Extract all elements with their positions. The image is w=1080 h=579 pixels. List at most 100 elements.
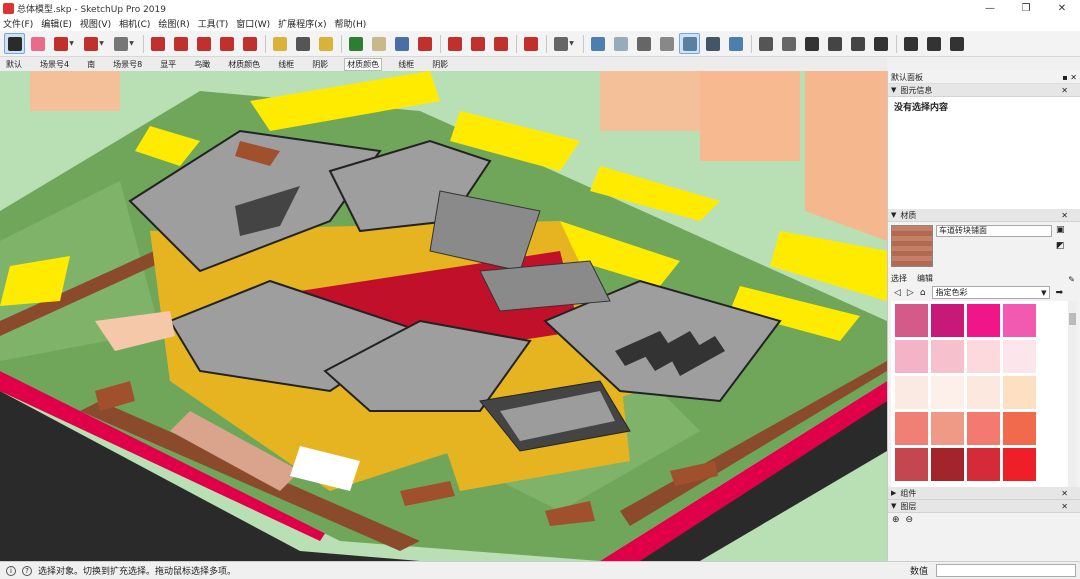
iso-view-icon[interactable] — [755, 33, 776, 54]
select-tool[interactable] — [4, 33, 25, 54]
color-swatch[interactable] — [895, 448, 928, 481]
follow-me-tool[interactable] — [170, 33, 191, 54]
color-swatch[interactable] — [1003, 304, 1036, 337]
menu-camera[interactable]: 相机(C) — [119, 17, 150, 30]
material-name-field[interactable]: 车道砖块铺面 — [936, 225, 1052, 237]
close-button[interactable]: ✕ — [1044, 3, 1080, 14]
color-swatch[interactable] — [931, 304, 964, 337]
zoom-tool[interactable] — [391, 33, 412, 54]
shape-tool[interactable]: ▼ — [110, 33, 138, 54]
plugin-icon-2[interactable] — [923, 33, 944, 54]
color-swatch[interactable] — [931, 412, 964, 445]
measurements-box[interactable] — [936, 564, 1076, 577]
menu-window[interactable]: 窗口(W) — [236, 17, 270, 30]
color-swatch[interactable] — [967, 448, 1000, 481]
plugin-icon-3[interactable] — [946, 33, 967, 54]
scene-tab-9[interactable]: 材质颜色 — [344, 57, 383, 71]
color-swatch[interactable] — [1003, 340, 1036, 373]
add-layer-icon[interactable]: ⊕ — [892, 515, 900, 525]
color-swatch[interactable] — [931, 376, 964, 409]
tab-edit[interactable]: 编辑 — [917, 273, 933, 284]
menu-help[interactable]: 帮助(H) — [335, 17, 367, 30]
rotate-tool[interactable] — [216, 33, 237, 54]
scene-tab-4[interactable]: 显平 — [158, 59, 178, 70]
menu-edit[interactable]: 编辑(E) — [41, 17, 72, 30]
current-material-swatch[interactable] — [891, 225, 933, 267]
color-swatch[interactable] — [931, 448, 964, 481]
color-swatch[interactable] — [967, 340, 1000, 373]
minimize-button[interactable]: — — [972, 3, 1008, 14]
color-swatch[interactable] — [1003, 376, 1036, 409]
xray-icon[interactable] — [587, 33, 608, 54]
push-pull-tool[interactable] — [147, 33, 168, 54]
panel-close-icon[interactable]: ✕ — [1061, 211, 1068, 220]
front-view-icon[interactable] — [801, 33, 822, 54]
eraser-tool[interactable] — [27, 33, 48, 54]
right-view-icon[interactable] — [824, 33, 845, 54]
details-arrow-icon[interactable]: ➡ — [1056, 288, 1064, 298]
3d-warehouse-icon[interactable] — [444, 33, 465, 54]
scene-tab-7[interactable]: 线框 — [276, 59, 296, 70]
menu-view[interactable]: 视图(V) — [80, 17, 111, 30]
swatch-scrollbar[interactable] — [1068, 301, 1077, 487]
info-icon[interactable]: i — [6, 565, 16, 576]
materials-header[interactable]: ▼ 材质 ✕ — [888, 209, 1080, 222]
color-swatch[interactable] — [895, 340, 928, 373]
entity-info-header[interactable]: ▼ 图元信息 ✕ — [888, 84, 1080, 97]
tape-measure-tool[interactable] — [269, 33, 290, 54]
back-view-icon[interactable] — [847, 33, 868, 54]
color-swatch[interactable] — [895, 304, 928, 337]
tray-controls[interactable]: ▪ ✕ — [1062, 73, 1077, 82]
scene-tab-11[interactable]: 阴影 — [430, 59, 450, 70]
monochrome-icon[interactable] — [725, 33, 746, 54]
color-swatch[interactable] — [1003, 448, 1036, 481]
delete-layer-icon[interactable]: ⊖ — [906, 515, 914, 525]
color-swatch[interactable] — [895, 412, 928, 445]
layout-icon[interactable] — [490, 33, 511, 54]
ruby-icon[interactable] — [520, 33, 541, 54]
tab-select[interactable]: 选择 — [891, 273, 907, 284]
arc-tool[interactable]: ▼ — [80, 33, 108, 54]
maximize-button[interactable]: ❐ — [1008, 3, 1044, 14]
panel-close-icon[interactable]: ✕ — [1061, 86, 1068, 95]
left-view-icon[interactable] — [870, 33, 891, 54]
shaded-texture-icon[interactable] — [702, 33, 723, 54]
model-viewport[interactable] — [0, 71, 887, 561]
paint-bucket-tool[interactable] — [315, 33, 336, 54]
sample-paint-icon[interactable]: ◩ — [1056, 241, 1065, 251]
scene-tab-10[interactable]: 线框 — [396, 59, 416, 70]
shaded-icon[interactable] — [679, 33, 700, 54]
scene-tab-3[interactable]: 场景号8 — [111, 59, 144, 70]
text-tool[interactable] — [292, 33, 313, 54]
color-swatch[interactable] — [895, 376, 928, 409]
home-icon[interactable]: ⌂ — [920, 288, 926, 298]
help-icon[interactable]: ? — [22, 565, 32, 576]
color-swatch[interactable] — [931, 340, 964, 373]
scene-tab-6[interactable]: 材质颜色 — [226, 59, 262, 70]
pencil-tool[interactable]: ▼ — [50, 33, 78, 54]
extension-warehouse-icon[interactable] — [467, 33, 488, 54]
scene-tab-2[interactable]: 南 — [85, 59, 97, 70]
color-swatch[interactable] — [967, 412, 1000, 445]
back-arrow-icon[interactable]: ◁ — [894, 288, 901, 298]
menu-tools[interactable]: 工具(T) — [198, 17, 229, 30]
hidden-line-icon[interactable] — [656, 33, 677, 54]
orbit-tool[interactable] — [345, 33, 366, 54]
top-view-icon[interactable] — [778, 33, 799, 54]
color-swatch[interactable] — [1003, 412, 1036, 445]
color-swatch[interactable] — [967, 304, 1000, 337]
account-icon[interactable]: ▼ — [550, 33, 578, 54]
scale-tool[interactable] — [239, 33, 260, 54]
scene-tab-8[interactable]: 阴影 — [310, 59, 330, 70]
scene-tab-0[interactable]: 默认 — [4, 59, 24, 70]
menu-draw[interactable]: 绘图(R) — [158, 17, 189, 30]
library-select[interactable]: 指定色彩 ▼ — [931, 286, 1050, 299]
eyedropper-icon[interactable]: ✎ — [1068, 275, 1075, 284]
menu-file[interactable]: 文件(F) — [3, 17, 33, 30]
forward-arrow-icon[interactable]: ▷ — [907, 288, 914, 298]
layers-header[interactable]: ▼ 图层 ✕ — [888, 500, 1080, 513]
color-swatch[interactable] — [967, 376, 1000, 409]
menu-extensions[interactable]: 扩展程序(x) — [278, 17, 326, 30]
scene-tab-5[interactable]: 鸟瞰 — [192, 59, 212, 70]
move-tool[interactable] — [193, 33, 214, 54]
